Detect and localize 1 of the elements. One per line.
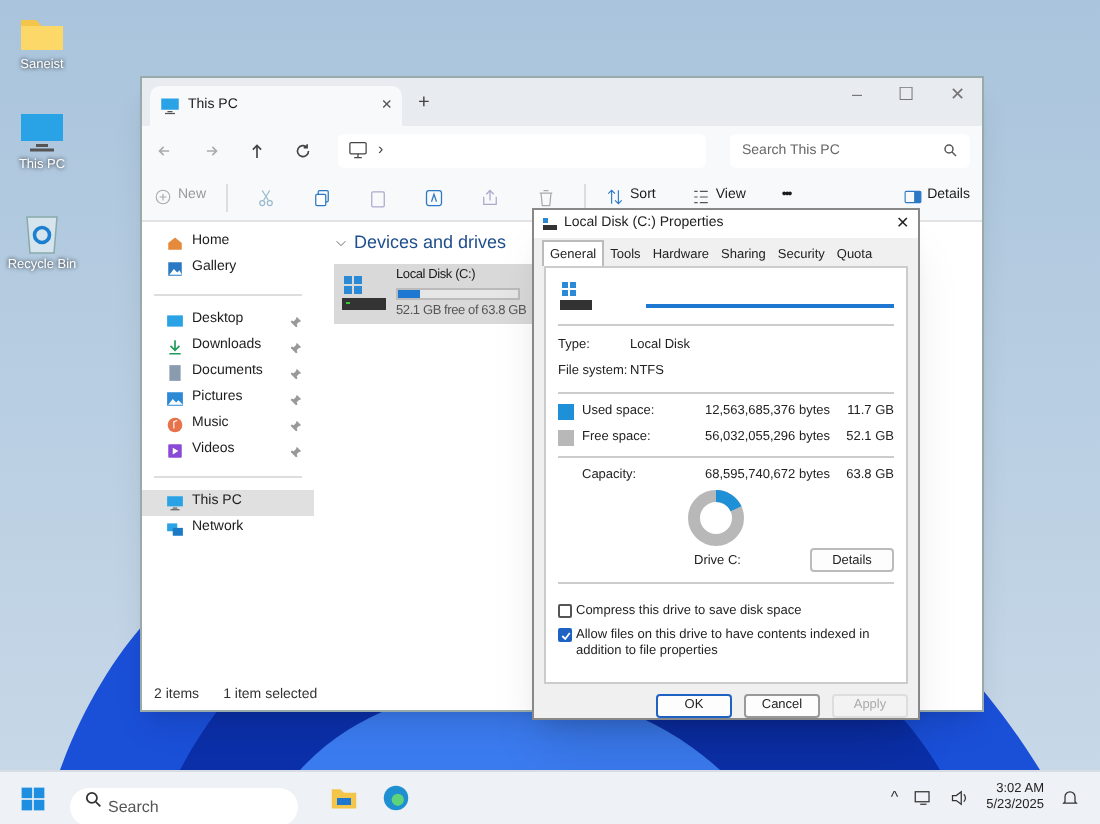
breadcrumb-separator: ›	[378, 138, 384, 162]
